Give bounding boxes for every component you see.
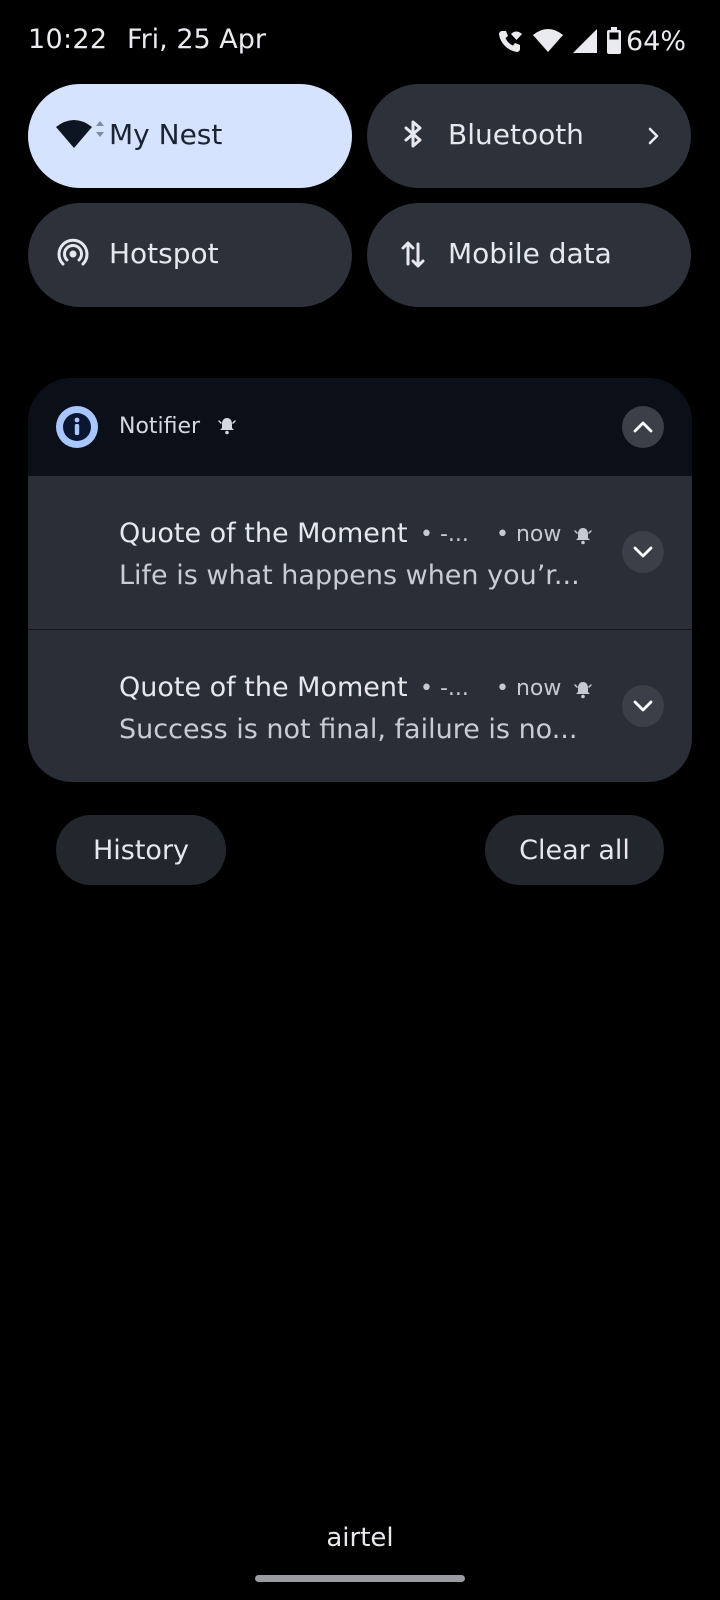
notification-title: Quote of the Moment (119, 518, 408, 549)
hotspot-icon (57, 238, 89, 266)
tile-bluetooth-label: Bluetooth (448, 118, 584, 151)
info-icon (56, 406, 98, 448)
notification-item[interactable]: Quote of the Moment • -... • now Success… (28, 629, 692, 782)
wifi-calling-icon (498, 31, 522, 52)
battery-percentage: 64% (625, 25, 686, 57)
navigation-handle[interactable] (255, 1575, 465, 1582)
tile-wifi[interactable]: My Nest (28, 84, 352, 188)
tile-wifi-label: My Nest (109, 118, 223, 151)
status-icons: 64% (496, 24, 686, 58)
chevron-up-icon (633, 421, 653, 433)
notification-subtext: • -... (420, 522, 469, 547)
bell-alert-icon (218, 418, 236, 435)
tile-hotspot-label: Hotspot (109, 237, 219, 270)
chevron-down-icon (633, 700, 653, 712)
tile-mobile-data-label: Mobile data (448, 237, 612, 270)
notification-title: Quote of the Moment (119, 672, 408, 703)
notification-item[interactable]: Quote of the Moment • -... • now Life is… (28, 476, 692, 628)
notification-text: Life is what happens when you’r... (119, 560, 580, 591)
notification-subtext: • -... (420, 676, 469, 701)
collapse-button[interactable] (622, 406, 664, 448)
wifi-icon (532, 29, 563, 52)
expand-button[interactable] (622, 531, 664, 573)
carrier-name: airtel (326, 1523, 394, 1553)
tile-hotspot[interactable]: Hotspot (28, 203, 352, 307)
status-date: Fri, 25 Apr (127, 24, 266, 55)
notification-text: Success is not final, failure is no... (119, 714, 578, 745)
notification-group[interactable]: Notifier Quote of the Moment • -... • no… (28, 378, 692, 782)
notification-time: • now (496, 522, 562, 547)
chevron-down-icon (633, 546, 653, 558)
status-bar: 10:22 Fri, 25 Apr 64% (0, 0, 720, 84)
battery-icon (606, 27, 621, 54)
expand-button[interactable] (622, 685, 664, 727)
history-button[interactable]: History (56, 815, 226, 885)
bell-alert-icon (574, 528, 592, 545)
bluetooth-icon (404, 120, 422, 148)
bell-alert-icon (574, 682, 592, 699)
wifi-icon (56, 120, 104, 148)
clear-all-button[interactable]: Clear all (485, 815, 664, 885)
status-time: 10:22 (28, 24, 108, 55)
notification-group-header[interactable]: Notifier (28, 378, 692, 476)
app-name: Notifier (119, 414, 201, 439)
mobile-data-icon (401, 241, 425, 268)
signal-icon (572, 29, 597, 53)
chevron-right-icon[interactable] (645, 122, 663, 150)
notification-time: • now (496, 676, 562, 701)
tile-bluetooth[interactable]: Bluetooth (367, 84, 691, 188)
tile-mobile-data[interactable]: Mobile data (367, 203, 691, 307)
